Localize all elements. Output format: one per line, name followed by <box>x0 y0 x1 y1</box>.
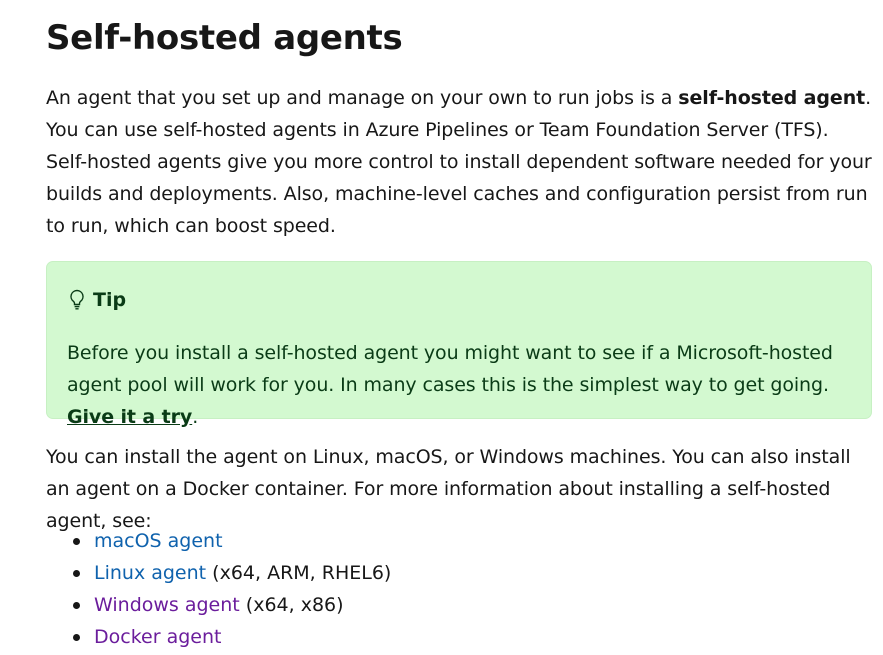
intro-text-end: . You can use self-hosted agents in Azur… <box>46 87 872 237</box>
page-title: Self-hosted agents <box>46 18 403 58</box>
list-item: Windows agent (x64, x86) <box>46 589 391 621</box>
list-item: Docker agent <box>46 621 391 653</box>
tip-text: Before you install a self-hosted agent y… <box>67 342 833 396</box>
macos-agent-link[interactable]: macOS agent <box>94 530 223 552</box>
tip-callout: Tip Before you install a self-hosted age… <box>46 261 872 428</box>
tip-header: Tip <box>67 288 126 312</box>
linux-agent-link[interactable]: Linux agent <box>94 562 206 584</box>
intro-bold-term: self-hosted agent <box>678 87 866 109</box>
list-item: macOS agent <box>46 525 391 557</box>
list-item-suffix: (x64, ARM, RHEL6) <box>206 562 392 584</box>
intro-text-start: An agent that you set up and manage on y… <box>46 87 679 109</box>
list-item-suffix: (x64, x86) <box>239 594 344 616</box>
list-item: Linux agent (x64, ARM, RHEL6) <box>46 557 391 589</box>
tip-title: Tip <box>93 289 127 311</box>
lightbulb-icon <box>70 289 84 310</box>
windows-agent-link[interactable]: Windows agent <box>94 594 240 616</box>
bullet-icon <box>73 634 80 641</box>
agent-list: macOS agent Linux agent (x64, ARM, RHEL6… <box>46 525 391 653</box>
bullet-icon <box>73 570 80 577</box>
docker-agent-link[interactable]: Docker agent <box>94 626 221 648</box>
intro-paragraph: An agent that you set up and manage on y… <box>46 82 874 242</box>
tip-text-end: . <box>192 406 199 428</box>
tip-body: Before you install a self-hosted agent y… <box>67 337 857 433</box>
bullet-icon <box>73 602 80 609</box>
bullet-icon <box>73 538 80 545</box>
give-it-a-try-link[interactable]: Give it a try <box>67 406 192 428</box>
install-paragraph: You can install the agent on Linux, macO… <box>46 446 851 532</box>
